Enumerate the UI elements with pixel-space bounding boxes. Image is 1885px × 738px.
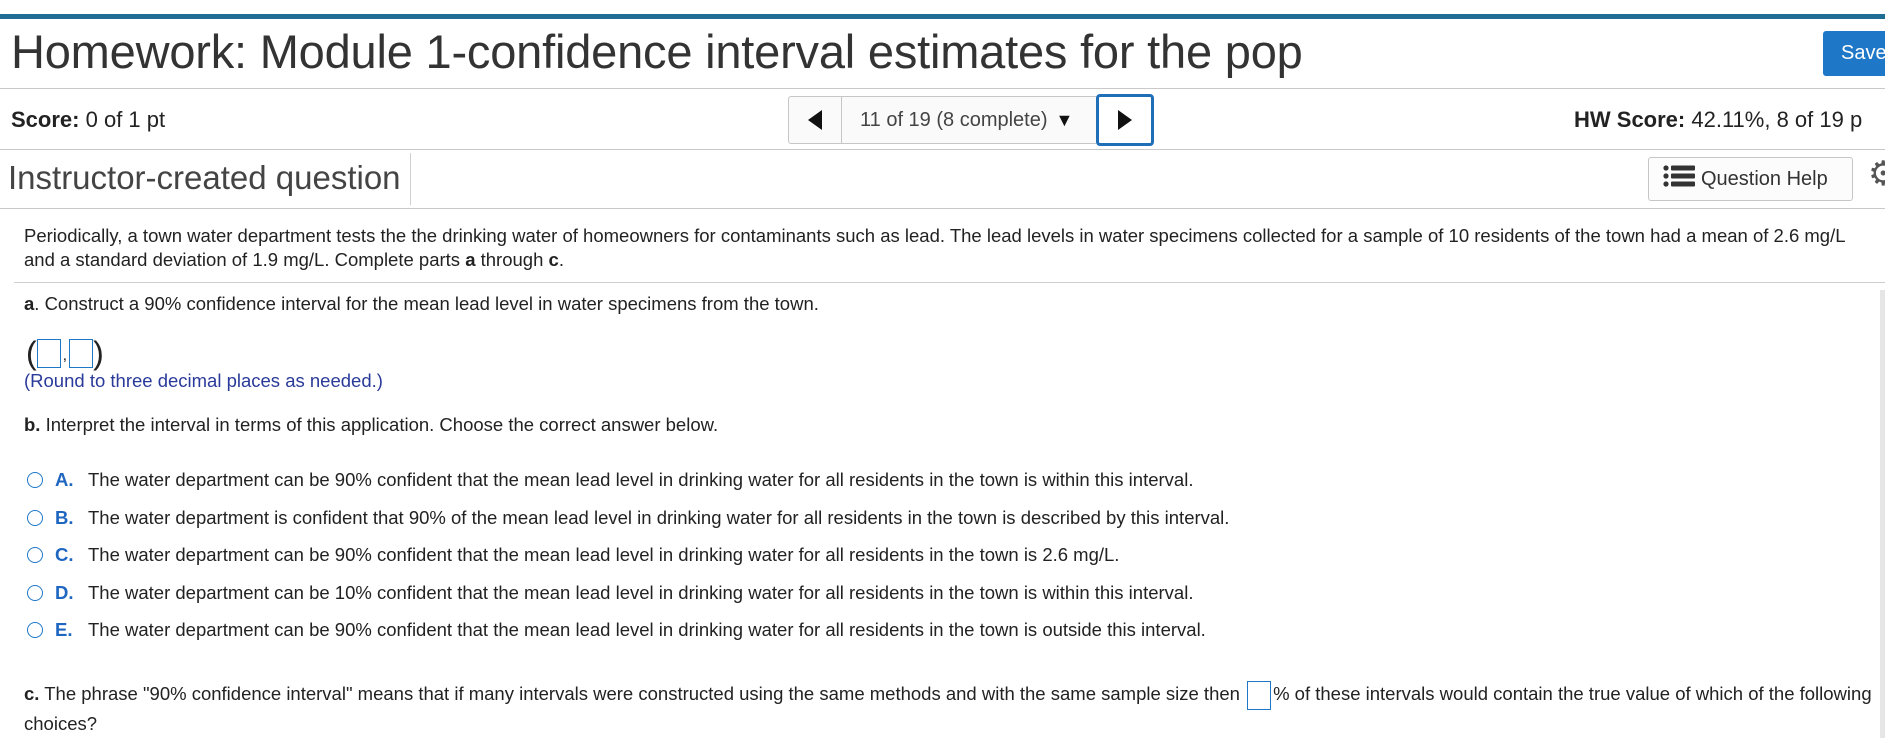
part-a-text: . Construct a 90% confidence interval fo…: [34, 293, 819, 314]
part-a-letter: a: [24, 293, 35, 314]
choice-letter: E.: [55, 619, 73, 640]
list-icon: [1663, 165, 1695, 193]
page-title: Homework: Module 1-confidence interval e…: [11, 25, 1303, 78]
part-b-letter: b.: [24, 414, 41, 435]
question-help-label: Question Help: [1701, 167, 1828, 190]
gear-icon[interactable]: ⚙: [1868, 157, 1885, 191]
percent-input[interactable]: [1247, 680, 1272, 710]
homework-page: Homework: Module 1-confidence interval e…: [0, 0, 1885, 738]
interval-lower-input[interactable]: [36, 338, 61, 368]
score-display: Score: 0 of 1 pt: [11, 107, 165, 133]
choice-letter: A.: [55, 469, 74, 490]
divider: [410, 153, 411, 205]
intro-end: .: [558, 249, 564, 270]
content-scrollbar[interactable]: [1880, 290, 1885, 738]
radio-button[interactable]: [27, 510, 43, 526]
part-c-text-start: The phrase "90% confidence interval" mea…: [39, 683, 1246, 704]
choice-e[interactable]: E. The water department can be 90% confi…: [27, 619, 1206, 641]
choice-text: The water department can be 90% confiden…: [88, 544, 1120, 565]
intro-text: Periodically, a town water department te…: [24, 225, 1845, 270]
question-intro: Periodically, a town water department te…: [24, 224, 1874, 272]
choice-letter: B.: [55, 507, 74, 528]
choice-letter: D.: [55, 582, 74, 603]
score-label: Score:: [11, 107, 80, 132]
choice-letter: C.: [55, 544, 74, 565]
close-paren: ): [93, 335, 104, 371]
radio-button[interactable]: [27, 547, 43, 563]
choice-c[interactable]: C. The water department can be 90% confi…: [27, 544, 1119, 566]
intro-through: through: [475, 249, 549, 270]
part-c-prompt: c. The phrase "90% confidence interval" …: [24, 680, 1874, 737]
choice-text: The water department is confident that 9…: [88, 507, 1230, 528]
intro-part-a: a: [465, 249, 476, 270]
hw-score-label: HW Score:: [1574, 107, 1686, 132]
accent-bar: [0, 14, 1885, 19]
choice-text: The water department can be 90% confiden…: [88, 619, 1206, 640]
hw-score-display: HW Score: 42.11%, 8 of 19 p: [1574, 107, 1862, 133]
choice-text: The water department can be 10% confiden…: [88, 582, 1194, 603]
previous-question-button[interactable]: [788, 96, 842, 144]
interval-upper-input[interactable]: [69, 338, 94, 368]
progress-text: 11 of 19 (8 complete): [860, 108, 1048, 131]
choice-a[interactable]: A. The water department can be 90% confi…: [27, 469, 1193, 491]
question-help-button[interactable]: Question Help: [1648, 157, 1853, 201]
radio-button[interactable]: [27, 622, 43, 638]
rounding-note: (Round to three decimal places as needed…: [24, 370, 383, 391]
choice-d[interactable]: D. The water department can be 10% confi…: [27, 582, 1193, 604]
question-type-label: Instructor-created question: [8, 159, 401, 196]
score-value: 0 of 1 pt: [85, 107, 166, 132]
hw-score-value: 42.11%, 8 of 19 p: [1691, 107, 1863, 132]
part-a-prompt: a. Construct a 90% confidence interval f…: [24, 293, 819, 315]
open-paren: (: [26, 335, 37, 371]
part-b-text: Interpret the interval in terms of this …: [40, 414, 719, 435]
save-button[interactable]: Save: [1823, 31, 1885, 76]
part-c-letter: c.: [24, 683, 40, 704]
interval-comma: ,: [62, 347, 68, 364]
divider: [0, 149, 1885, 150]
choice-text: The water department can be 90% confiden…: [88, 469, 1194, 490]
triangle-left-icon: [808, 110, 822, 130]
confidence-interval-input: ( , ): [26, 335, 104, 371]
part-b-prompt: b. Interpret the interval in terms of th…: [24, 414, 718, 436]
intro-part-c: c: [548, 249, 559, 270]
divider: [0, 208, 1885, 209]
question-progress-dropdown[interactable]: 11 of 19 (8 complete) ▼: [842, 96, 1096, 144]
choice-b[interactable]: B. The water department is confident tha…: [27, 507, 1229, 529]
radio-button[interactable]: [27, 585, 43, 601]
divider: [0, 88, 1885, 89]
question-navigator: 11 of 19 (8 complete) ▼: [788, 94, 1154, 146]
next-question-button[interactable]: [1096, 94, 1154, 146]
triangle-right-icon: [1118, 110, 1132, 130]
radio-button[interactable]: [27, 472, 43, 488]
caret-down-icon: ▼: [1055, 109, 1074, 130]
